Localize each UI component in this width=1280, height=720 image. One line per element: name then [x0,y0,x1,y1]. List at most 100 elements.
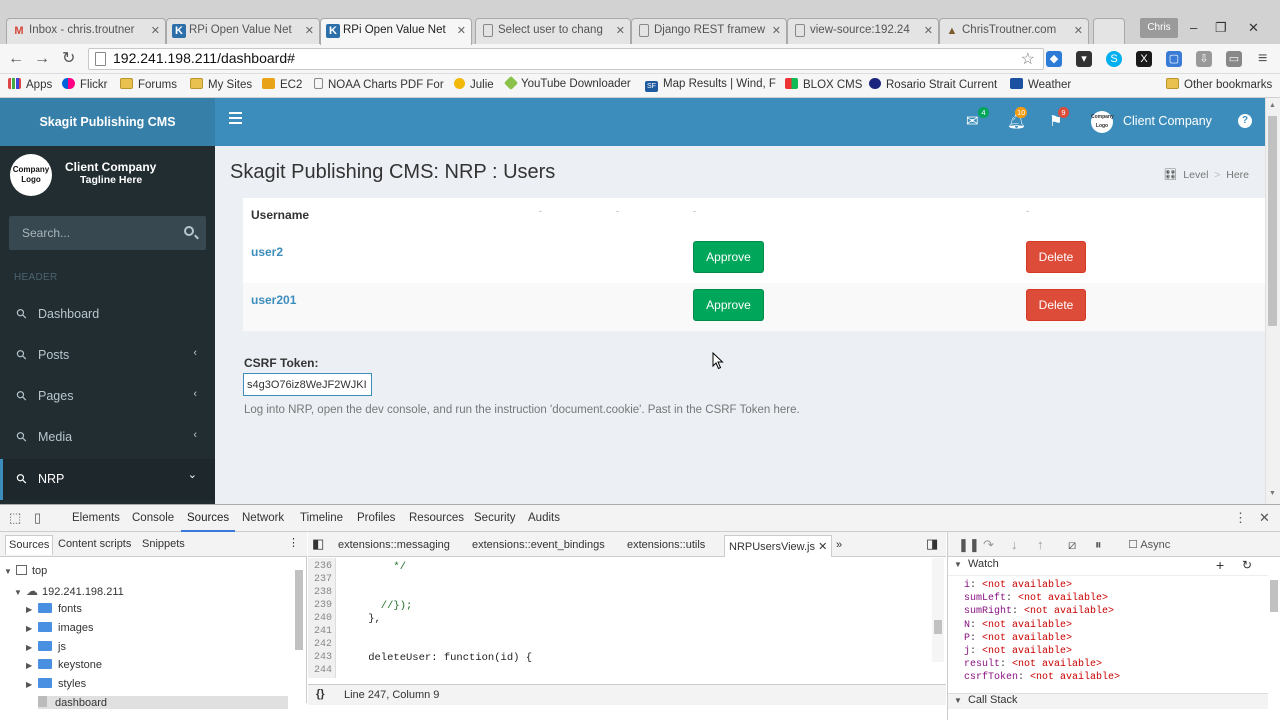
nav-tab-sources[interactable]: Sources [5,535,54,555]
devtools-tab-sources[interactable]: Sources [180,512,236,532]
async-checkbox[interactable]: ☐ Async [1128,538,1170,551]
help-icon[interactable]: ? [1238,114,1252,128]
window-close-icon[interactable]: ✕ [1248,20,1259,36]
more-tabs-icon[interactable]: » [836,539,842,551]
editor-tab-messaging[interactable]: extensions::messaging [338,539,450,551]
close-icon[interactable]: ✕ [616,24,625,37]
username-link[interactable]: user2 [251,245,283,259]
watch-section-header[interactable]: ▼ Watch + ↻ [948,558,1268,576]
editor-vertical-scrollbar[interactable] [932,558,944,662]
tree-item-keystone[interactable]: ▶ keystone [26,659,102,671]
browser-tab-django[interactable]: Django REST framew ✕ [631,18,787,44]
sidebar-item-nrp[interactable]: ⚲ NRP ⌄ [0,459,215,500]
restore-icon[interactable]: ❐ [1215,20,1227,36]
browser-tab-rpi-active[interactable]: K RPi Open Value Net ✕ [320,18,472,45]
devtools-tab-console[interactable]: Console [132,512,174,524]
username-link[interactable]: user201 [251,293,296,307]
download-icon[interactable]: ⇩ [1196,51,1212,67]
code-view[interactable]: 236 237 238 239 240 241 242 243 244 */ /… [308,558,944,700]
editor-tab-event-bindings[interactable]: extensions::event_bindings [472,539,605,551]
search-input[interactable] [9,216,174,250]
tree-item-dashboard[interactable]: dashboard [38,696,288,709]
devtools-tab-audits[interactable]: Audits [528,512,560,524]
watch-item[interactable]: sumLeft: <not available> [964,592,1120,605]
devtools-tab-resources[interactable]: Resources [409,512,464,524]
bookmark-apps[interactable]: Apps [8,78,52,91]
scrollbar-thumb[interactable] [1268,116,1277,326]
close-devtools-icon[interactable]: ✕ [1259,510,1270,526]
excel-icon[interactable]: X [1136,51,1152,67]
close-icon[interactable]: ✕ [772,24,781,37]
bookmark-noaa[interactable]: NOAA Charts PDF For [314,78,444,91]
search-icon[interactable] [184,226,194,236]
reload-icon[interactable]: ↻ [62,50,75,68]
toggle-navigator-icon[interactable]: ◧ [312,536,324,552]
delete-button[interactable]: Delete [1026,241,1086,273]
devtools-tab-profiles[interactable]: Profiles [357,512,395,524]
window-user-badge[interactable]: Chris [1140,18,1178,38]
devtools-tab-security[interactable]: Security [474,512,516,524]
sidebar-item-pages[interactable]: ⚲ Pages ‹ [0,376,215,417]
user-menu-name[interactable]: Client Company [1123,114,1212,128]
bookmark-map-results[interactable]: SF Map Results | Wind, F [645,78,776,92]
tree-item-host[interactable]: ▼ ☁ 192.241.198.211 [14,584,124,598]
other-bookmarks[interactable]: Other bookmarks [1166,78,1272,91]
device-mode-icon[interactable]: ▯ [34,510,41,526]
tree-item-top[interactable]: ▼ top [4,565,47,577]
toggle-debugger-icon[interactable]: ◨ [926,536,938,552]
bookmark-flickr[interactable]: Flickr [62,78,107,91]
bookmark-ec2[interactable]: EC2 [262,78,302,91]
watch-item[interactable]: P: <not available> [964,632,1120,645]
nav-tab-snippets[interactable]: Snippets [142,538,185,550]
breadcrumb-level[interactable]: Level [1183,169,1208,181]
browser-tab-select-user[interactable]: Select user to chang ✕ [475,18,631,44]
scroll-down-arrow-icon[interactable]: ▼ [1269,490,1276,497]
minimize-icon[interactable]: – [1190,20,1197,35]
csrf-token-input[interactable] [243,373,372,396]
editor-tab-nrpusersview[interactable]: NRPUsersView.js ✕ [724,535,833,557]
screen-icon[interactable]: ▢ [1166,51,1182,67]
user-avatar[interactable]: Company Logo [1091,111,1114,133]
delete-button[interactable]: Delete [1026,289,1086,321]
bookmark-weather[interactable]: Weather [1010,78,1071,91]
debugger-scrollbar[interactable] [1268,558,1280,708]
more-options-icon[interactable]: ⋮ [1234,510,1247,526]
watch-item[interactable]: csrfToken: <not available> [964,671,1120,684]
call-stack-section-header[interactable]: ▼ Call Stack [948,693,1268,709]
approve-button[interactable]: Approve [693,241,764,273]
tree-item-fonts[interactable]: ▶ fonts [26,603,82,615]
watch-item[interactable]: N: <not available> [964,619,1120,632]
pocket-icon[interactable]: ▾ [1076,51,1092,67]
devtools-tab-elements[interactable]: Elements [72,512,120,524]
browser-tab-gmail[interactable]: M Inbox - chris.troutner ✕ [6,18,166,44]
hamburger-menu-icon[interactable] [229,112,242,127]
bookmark-julie[interactable]: Julie [454,78,494,91]
browser-tab-rpi-1[interactable]: K RPi Open Value Net ✕ [166,18,320,44]
cast-icon[interactable]: ▭ [1226,51,1242,67]
sidebar-item-posts[interactable]: ⚲ Posts ‹ [0,335,215,376]
close-icon[interactable]: ✕ [818,541,827,553]
bookmark-forums[interactable]: Forums [120,78,177,91]
close-icon[interactable]: ✕ [151,24,160,37]
tree-item-styles[interactable]: ▶ styles [26,678,86,690]
watch-item[interactable]: sumRight: <not available> [964,605,1120,618]
deactivate-breakpoints-icon[interactable]: ⧄ [1068,537,1076,553]
bookmark-blox-cms[interactable]: BLOX CMS [785,78,862,91]
menu-icon[interactable]: ≡ [1258,50,1267,68]
watch-item[interactable]: result: <not available> [964,658,1120,671]
close-icon[interactable]: ✕ [1074,24,1083,37]
step-out-icon[interactable]: ↑ [1037,537,1044,552]
step-over-icon[interactable]: ↷ [983,537,994,553]
editor-tab-utils[interactable]: extensions::utils [627,539,705,551]
close-icon[interactable]: ✕ [305,24,314,37]
page-scrollbar[interactable]: ▲ ▼ [1265,98,1280,504]
navigator-scrollbar[interactable] [294,562,304,692]
tree-item-images[interactable]: ▶ images [26,622,93,634]
sidebar-item-dashboard[interactable]: ⚲ Dashboard [0,294,215,335]
refresh-icon[interactable]: ↻ [1242,558,1252,572]
pause-on-exceptions-icon[interactable]: ⏸ [1095,537,1102,553]
inspect-element-icon[interactable]: ⬚ [9,510,21,526]
skype-icon[interactable]: S [1106,51,1122,67]
bookmark-star-icon[interactable]: ☆ [1021,49,1035,69]
nav-tab-content-scripts[interactable]: Content scripts [58,538,131,550]
